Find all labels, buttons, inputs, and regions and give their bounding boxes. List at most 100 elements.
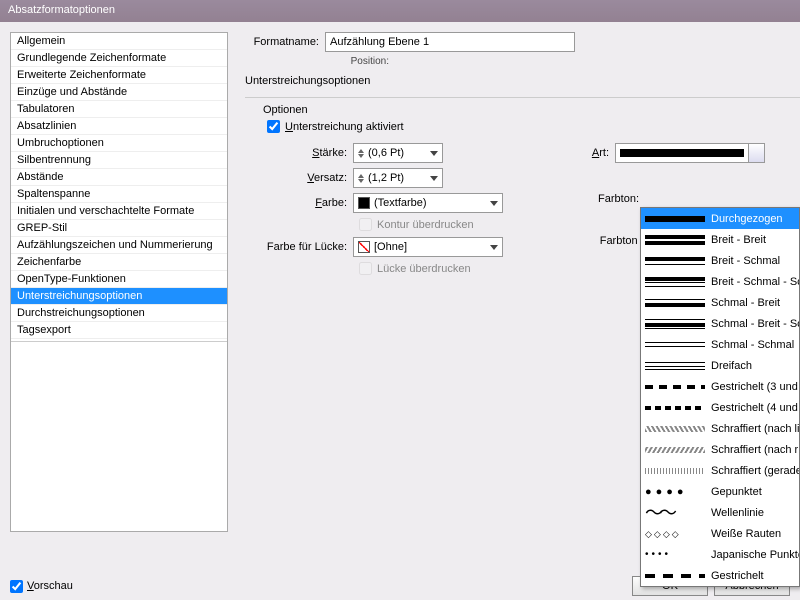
stroke-preview-icon	[645, 444, 705, 456]
stroke-type-option[interactable]: Durchgezogen	[641, 208, 799, 229]
stroke-type-label: Schmal - Breit - Sc	[711, 318, 799, 330]
sidebar-item[interactable]: Spaltenspanne	[11, 186, 227, 203]
spinner-icon[interactable]	[358, 174, 364, 183]
stroke-type-dropdown[interactable]: Durchgezogen Breit - Breit Breit - Schmal B…	[640, 207, 800, 587]
stroke-type-option[interactable]: Gestrichelt (4 und	[641, 397, 799, 418]
color-combo[interactable]: (Textfarbe)	[353, 193, 503, 213]
stroke-type-option[interactable]: Schmal - Breit - Sc	[641, 313, 799, 334]
sidebar-item[interactable]: Grundlegende Zeichenformate	[11, 50, 227, 67]
stroke-preview-icon	[645, 423, 705, 435]
stroke-type-label: Wellenlinie	[711, 507, 764, 519]
stroke-type-option[interactable]: Breit - Schmal - Sc	[641, 271, 799, 292]
chevron-down-icon	[490, 245, 498, 250]
stroke-type-option[interactable]: Schmal - Schmal	[641, 334, 799, 355]
activate-underline-input[interactable]	[267, 120, 280, 133]
window-title: Absatzformatoptionen	[8, 4, 115, 16]
stroke-preview-icon	[645, 297, 705, 309]
stroke-type-label: Breit - Schmal - Sc	[711, 276, 799, 288]
section-title: Unterstreichungsoptionen	[245, 75, 800, 87]
stroke-preview-icon: ••••	[645, 549, 705, 561]
stroke-preview-icon	[620, 149, 744, 157]
stroke-type-label: Breit - Schmal	[711, 255, 780, 267]
stroke-type-label: Weiße Rauten	[711, 528, 781, 540]
stroke-type-option[interactable]: Breit - Breit	[641, 229, 799, 250]
stroke-type-label: Schraffiert (gerade	[711, 465, 799, 477]
stroke-type-label: Durchgezogen	[711, 213, 783, 225]
stroke-preview-icon: ◇◇◇◇	[645, 528, 705, 540]
stroke-preview-icon	[645, 213, 705, 225]
stroke-type-label: Schraffiert (nach li	[711, 423, 799, 435]
sidebar-item[interactable]: Aufzählungszeichen und Nummerierung	[11, 237, 227, 254]
gap-color-value: [Ohne]	[374, 241, 407, 253]
stroke-type-option[interactable]: Dreifach	[641, 355, 799, 376]
overprint-stroke-label: Kontur überdrucken	[377, 219, 474, 231]
weight-combo[interactable]: (0,6 Pt)	[353, 143, 443, 163]
category-sidebar: AllgemeinGrundlegende ZeichenformateErwe…	[10, 32, 228, 532]
stroke-type-option[interactable]: ●●●●Gepunktet	[641, 481, 799, 502]
position-label: Position:	[245, 56, 395, 67]
stroke-preview-icon	[645, 318, 705, 330]
preview-checkbox[interactable]: Vorschau	[10, 580, 73, 593]
sidebar-preview-area	[11, 341, 227, 509]
sidebar-item[interactable]: OpenType-Funktionen	[11, 271, 227, 288]
stroke-preview-icon: ●●●●	[645, 486, 705, 498]
stroke-type-option[interactable]: Gestrichelt (3 und	[641, 376, 799, 397]
offset-combo[interactable]: (1,2 Pt)	[353, 168, 443, 188]
tint-label: Farbton:	[585, 193, 645, 205]
stroke-type-option[interactable]: Schraffiert (gerade	[641, 460, 799, 481]
sidebar-item[interactable]: Silbentrennung	[11, 152, 227, 169]
stroke-preview-icon	[645, 255, 705, 267]
sidebar-item[interactable]: Einzüge und Abstände	[11, 84, 227, 101]
stroke-type-option[interactable]: 〜〜 Wellenlinie	[641, 502, 799, 523]
stroke-type-label: Gestrichelt	[711, 570, 764, 582]
sidebar-item[interactable]: Initialen und verschachtelte Formate	[11, 203, 227, 220]
stroke-preview-icon	[645, 570, 705, 582]
overprint-stroke-input	[359, 218, 372, 231]
stroke-type-label: Dreifach	[711, 360, 752, 372]
gap-color-combo[interactable]: [Ohne]	[353, 237, 503, 257]
offset-label: Versatz:	[245, 172, 353, 184]
color-swatch-icon	[358, 197, 370, 209]
stroke-preview-icon: 〜〜	[645, 507, 705, 519]
type-label: Art:	[585, 147, 615, 159]
formatname-input[interactable]	[325, 32, 575, 52]
chevron-down-icon	[430, 151, 438, 156]
overprint-gap-label: Lücke überdrucken	[377, 263, 471, 275]
stroke-type-option[interactable]: Schmal - Breit	[641, 292, 799, 313]
stroke-type-label: Gestrichelt (3 und	[711, 381, 798, 393]
stroke-type-combo[interactable]	[615, 143, 765, 163]
window-titlebar: Absatzformatoptionen	[0, 0, 800, 22]
stroke-type-option[interactable]: Gestrichelt	[641, 565, 799, 586]
sidebar-item[interactable]: Erweiterte Zeichenformate	[11, 67, 227, 84]
color-label: Farbe:	[245, 197, 353, 209]
stroke-preview-icon	[645, 402, 705, 414]
dialog-body: AllgemeinGrundlegende ZeichenformateErwe…	[0, 22, 800, 600]
options-group-title: Optionen	[263, 104, 800, 116]
overprint-gap-input	[359, 262, 372, 275]
sidebar-item[interactable]: Durchstreichungsoptionen	[11, 305, 227, 322]
sidebar-item[interactable]: Absatzlinien	[11, 118, 227, 135]
stroke-type-label: Schraffiert (nach r	[711, 444, 798, 456]
weight-label: Stärke:	[245, 147, 353, 159]
stroke-type-option[interactable]: Schraffiert (nach li	[641, 418, 799, 439]
stroke-type-option[interactable]: •••• Japanische Punkte	[641, 544, 799, 565]
sidebar-item[interactable]: Allgemein	[11, 33, 227, 50]
stroke-type-label: Gestrichelt (4 und	[711, 402, 798, 414]
activate-underline-checkbox[interactable]: Unterstreichung aktiviert	[267, 120, 800, 133]
stroke-type-label: Japanische Punkte	[711, 549, 799, 561]
sidebar-item[interactable]: Tagsexport	[11, 322, 227, 339]
preview-input[interactable]	[10, 580, 23, 593]
spinner-icon[interactable]	[358, 149, 364, 158]
sidebar-item[interactable]: Unterstreichungsoptionen	[11, 288, 227, 305]
activate-underline-label: nterstreichung aktiviert	[293, 121, 404, 133]
dropdown-button[interactable]	[748, 144, 764, 162]
stroke-preview-icon	[645, 360, 705, 372]
stroke-type-option[interactable]: Breit - Schmal	[641, 250, 799, 271]
sidebar-item[interactable]: Umbruchoptionen	[11, 135, 227, 152]
sidebar-item[interactable]: Tabulatoren	[11, 101, 227, 118]
stroke-type-option[interactable]: Schraffiert (nach r	[641, 439, 799, 460]
sidebar-item[interactable]: GREP-Stil	[11, 220, 227, 237]
sidebar-item[interactable]: Zeichenfarbe	[11, 254, 227, 271]
sidebar-item[interactable]: Abstände	[11, 169, 227, 186]
stroke-type-option[interactable]: ◇◇◇◇ Weiße Rauten	[641, 523, 799, 544]
